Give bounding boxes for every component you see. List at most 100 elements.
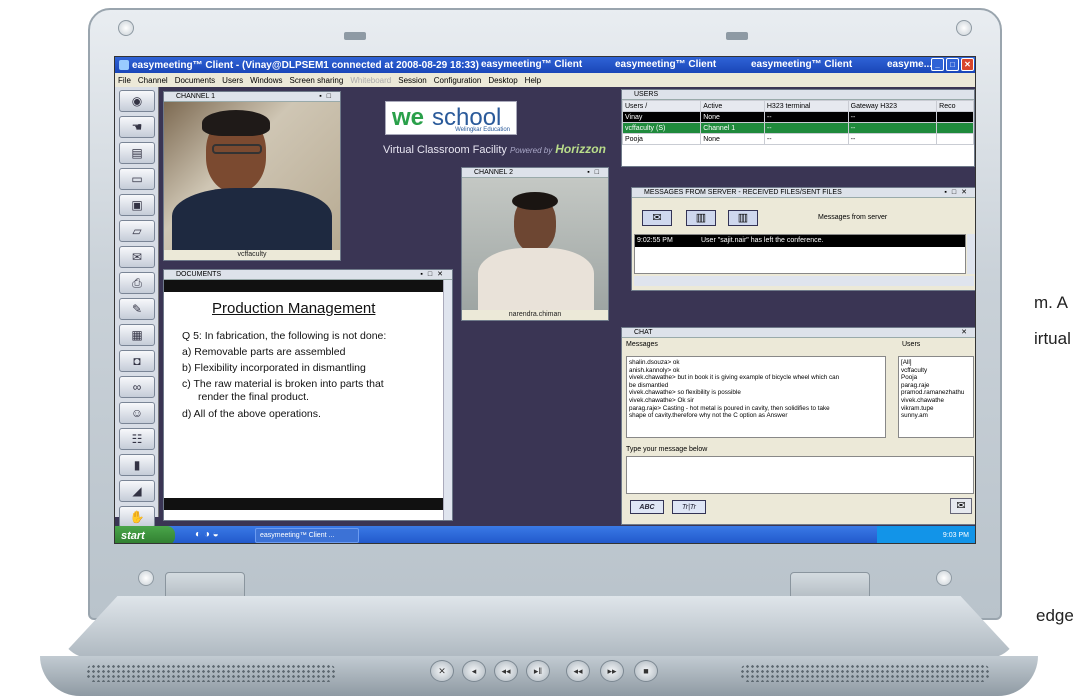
app-icon — [119, 60, 129, 70]
col-reco[interactable]: Reco — [936, 100, 974, 112]
channel-1-window: CHANNEL 1 ▪□ vcffaculty — [163, 91, 341, 261]
close-icon[interactable]: ✕ — [961, 328, 972, 338]
menu-configuration[interactable]: Configuration — [434, 76, 482, 85]
group-icon[interactable]: ☷ — [119, 428, 155, 450]
maximize-icon[interactable]: □ — [946, 58, 959, 71]
menu-screen-sharing[interactable]: Screen sharing — [290, 76, 344, 85]
menu-session[interactable]: Session — [398, 76, 426, 85]
minimize-icon[interactable]: _ — [931, 58, 944, 71]
media-button-icon[interactable]: ✕ — [430, 660, 454, 682]
eye-icon[interactable]: ◉ — [119, 90, 155, 112]
window-controls-icon[interactable]: ▪□ — [319, 92, 336, 102]
system-tray: 9:03 PM — [877, 526, 975, 543]
print-icon[interactable]: ⎙ — [119, 272, 155, 294]
close-icon[interactable]: ✕ — [961, 58, 974, 71]
link-icon[interactable]: ∞ — [119, 376, 155, 398]
messages-window: MESSAGES FROM SERVER - RECEIVED FILES/SE… — [631, 187, 975, 291]
table-row[interactable]: Vinay None -- -- — [621, 111, 974, 123]
col-h323[interactable]: H323 terminal — [763, 100, 849, 112]
menu-file[interactable]: File — [118, 76, 131, 85]
doc-top-bar — [164, 280, 444, 292]
list-item[interactable]: Pooja — [901, 374, 971, 382]
doc-heading: Production Management — [212, 300, 376, 317]
play-pause-icon[interactable]: ▸‖ — [526, 660, 550, 682]
col-active[interactable]: Active — [700, 100, 765, 112]
window-controls-icon[interactable]: ▪□✕ — [420, 270, 448, 280]
signal-icon[interactable]: ◢ — [119, 480, 155, 502]
doc-bottom-bar — [164, 498, 444, 510]
channel-1-title: CHANNEL 1 ▪□ — [164, 92, 340, 102]
pen-icon[interactable]: ✎ — [119, 298, 155, 320]
list-item[interactable]: 9:02:55 PM User "sajit.nair" has left the… — [635, 235, 965, 247]
menu-channel[interactable]: Channel — [138, 76, 168, 85]
doc-scrollbar[interactable] — [443, 280, 452, 520]
list-item[interactable]: vivek.chawathe — [901, 397, 971, 405]
clock: 9:03 PM — [942, 532, 969, 539]
list-item[interactable]: [All] — [901, 359, 971, 367]
notes-icon[interactable]: ▭ — [119, 168, 155, 190]
previous-icon[interactable]: ◂◂ — [566, 660, 590, 682]
media-button-icon[interactable]: ◂◂ — [494, 660, 518, 682]
slides-icon[interactable]: ▤ — [119, 142, 155, 164]
menu-help[interactable]: Help — [525, 76, 541, 85]
table-row[interactable]: vcffaculty (S) Channel 1 -- -- — [621, 122, 974, 134]
chat-input[interactable] — [626, 456, 974, 494]
lid-screw-icon — [956, 20, 972, 36]
message-envelope-icon[interactable]: ✉ — [642, 210, 672, 226]
screen: easymeeting™ Client - (Vinay@DLPSEM1 con… — [114, 56, 976, 544]
latch-icon — [344, 32, 366, 40]
mail-icon[interactable]: ✉ — [119, 246, 155, 268]
menu-users[interactable]: Users — [222, 76, 243, 85]
col-gateway[interactable]: Gateway H323 — [847, 100, 938, 112]
stop-icon[interactable]: ■ — [634, 660, 658, 682]
window-controls-icon[interactable]: ▪□ — [587, 168, 604, 178]
list-item[interactable]: parag.raje — [901, 382, 971, 390]
list-item[interactable]: sunny.am — [901, 412, 971, 420]
col-users[interactable]: Users / — [621, 100, 702, 112]
next-icon[interactable]: ▸▸ — [600, 660, 624, 682]
video-feed-2 — [462, 178, 608, 310]
edit-icon[interactable]: ▱ — [119, 220, 155, 242]
doc-option-c-cont: render the final product. — [198, 391, 309, 403]
menu-desktop[interactable]: Desktop — [488, 76, 517, 85]
window-controls-icon[interactable]: ▪□✕ — [944, 188, 972, 198]
smiley-icon[interactable]: ☺ — [119, 402, 155, 424]
sent-files-icon[interactable]: ▥ — [728, 210, 758, 226]
list-item: vivek.chawathe> but in book it is giving… — [629, 374, 840, 382]
quicklaunch-icon[interactable]: ◐ ◑ ◒ — [195, 529, 219, 540]
channel-1-caption: vcffaculty — [164, 250, 340, 260]
messages-list: 9:02:55 PM User "sajit.nair" has left the… — [634, 234, 966, 274]
menu-whiteboard[interactable]: Whiteboard — [350, 76, 391, 85]
window-titlebar: easymeeting™ Client - (Vinay@DLPSEM1 con… — [115, 57, 975, 73]
start-button[interactable]: start — [115, 526, 175, 543]
messages-hscrollbar[interactable] — [634, 276, 974, 286]
video-feed-1 — [164, 102, 340, 250]
channel-2-title: CHANNEL 2 ▪□ — [462, 168, 608, 178]
tagline: Virtual Classroom Facility Powered by Ho… — [383, 142, 606, 156]
font-button[interactable]: Tr|Tr — [672, 500, 706, 514]
spellcheck-button[interactable]: ABC — [630, 500, 664, 514]
card-icon[interactable]: ▦ — [119, 324, 155, 346]
hand-icon[interactable]: ☚ — [119, 116, 155, 138]
window-title-3: easymeeting™ Client — [615, 59, 717, 70]
messages-title: MESSAGES FROM SERVER - RECEIVED FILES/SE… — [632, 188, 975, 198]
lid-screw-icon — [936, 570, 952, 586]
book-icon[interactable]: ▮ — [119, 454, 155, 476]
weschool-logo: we school Welingkar Education — [385, 101, 517, 135]
list-item[interactable]: vikram.tupe — [901, 405, 971, 413]
raise-hand-icon[interactable]: ✋ — [119, 506, 155, 528]
list-item[interactable]: vcffaculty — [901, 367, 971, 375]
camera-icon[interactable]: ◘ — [119, 350, 155, 372]
menu-documents[interactable]: Documents — [175, 76, 215, 85]
taskbar-item-easymeeting[interactable]: easymeeting™ Client ... — [255, 528, 359, 543]
background-text-1: m. A — [1034, 293, 1069, 312]
media-button-icon[interactable]: ◂ — [462, 660, 486, 682]
share-icon[interactable]: ▣ — [119, 194, 155, 216]
received-files-icon[interactable]: ▥ — [686, 210, 716, 226]
menu-windows[interactable]: Windows — [250, 76, 282, 85]
table-row[interactable]: Pooja None -- -- — [621, 133, 974, 145]
window-title-4: easymeeting™ Client — [751, 59, 853, 70]
list-item[interactable]: pramod.ramanezhathu — [901, 389, 971, 397]
messages-scrollbar[interactable] — [967, 234, 975, 274]
send-icon[interactable]: ✉ — [950, 498, 972, 514]
